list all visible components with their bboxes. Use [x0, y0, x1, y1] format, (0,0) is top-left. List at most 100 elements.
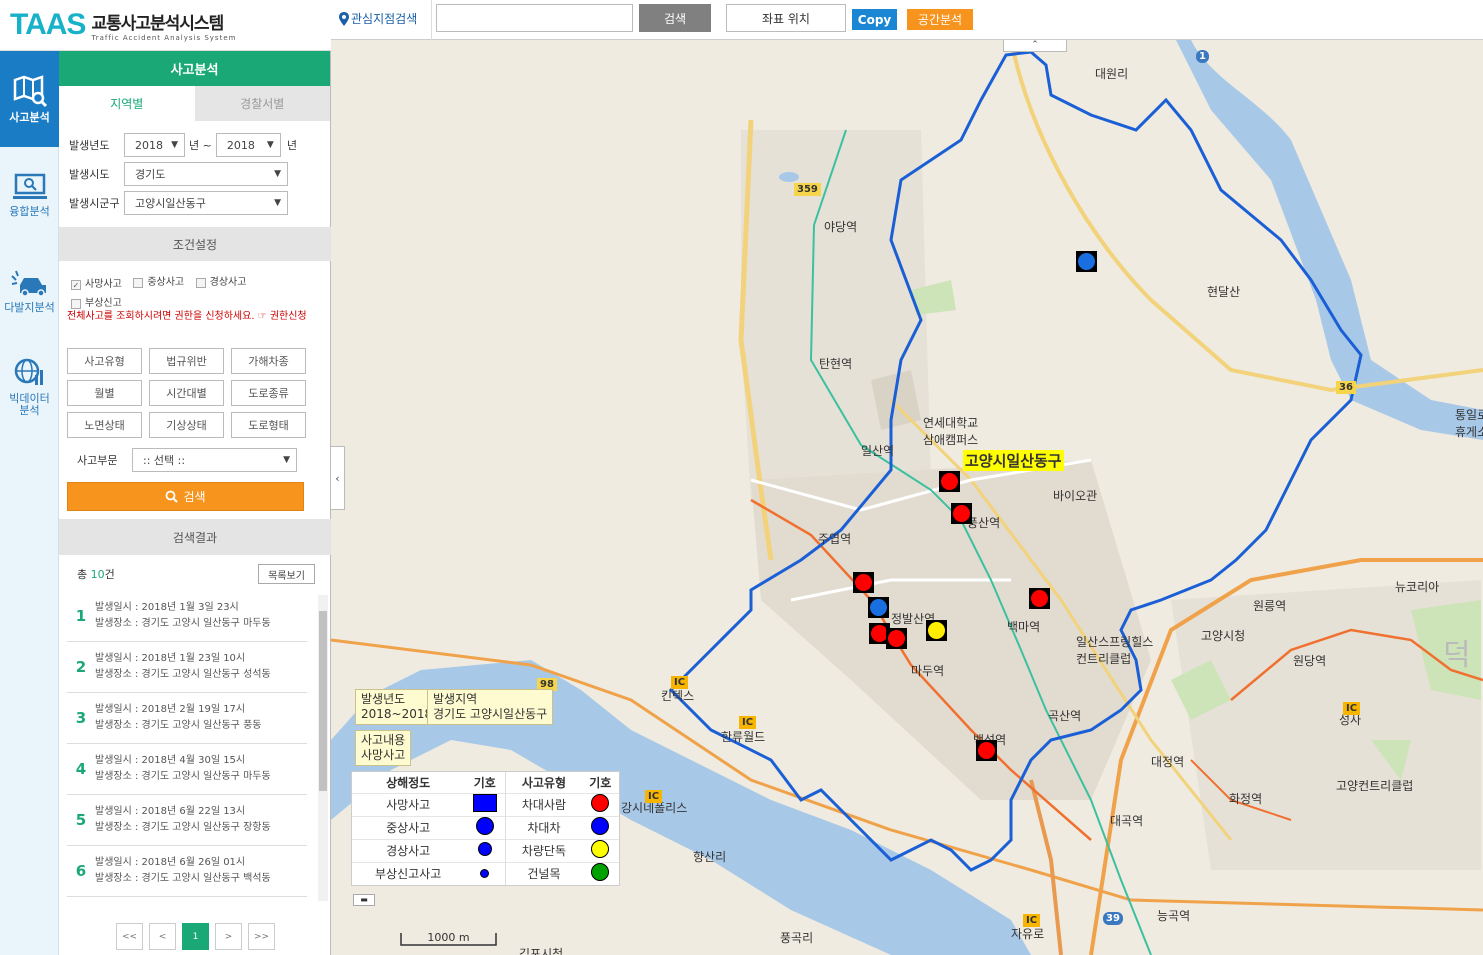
place-label: 대정역 — [1151, 755, 1185, 769]
check-minor[interactable]: 경상사고 — [195, 273, 246, 292]
accident-marker[interactable] — [868, 597, 889, 618]
accident-marker[interactable] — [1029, 588, 1050, 609]
collapse-top-handle[interactable]: ⌃ — [1003, 40, 1067, 52]
app-subtitle: Traffic Accident Analysis System — [91, 33, 237, 42]
filter-accident-type[interactable]: 사고유형 — [67, 348, 142, 374]
nav-label: 사고분석 — [9, 111, 50, 124]
marker-dot — [1031, 590, 1048, 607]
road-badge: 39 — [1103, 912, 1123, 925]
year-from-select[interactable]: 2018 ▼ — [124, 133, 185, 157]
filter-road-shape[interactable]: 도로형태 — [231, 412, 306, 438]
checkbox[interactable] — [195, 277, 206, 288]
info-region: 발생지역 경기도 고양시일산동구 — [427, 689, 554, 725]
tab-region[interactable]: 지역별 — [59, 86, 195, 121]
checkbox[interactable] — [133, 277, 144, 288]
place-label: 고양시청 — [1201, 629, 1246, 643]
spatial-analysis-button[interactable]: 공간분석 — [907, 9, 973, 30]
filter-month[interactable]: 월별 — [67, 380, 142, 406]
result-place: 발생장소 : 경기도 고양시 일산동구 풍동 — [95, 720, 262, 731]
accident-marker[interactable] — [853, 572, 874, 593]
search-icon — [166, 490, 179, 503]
result-item[interactable]: 5 발생일시 : 2018년 6월 22일 13시 발생장소 : 경기도 고양시 … — [67, 795, 307, 846]
copy-button[interactable]: Copy — [852, 9, 897, 30]
place-label: 원당역 — [1293, 654, 1327, 668]
poi-search-button[interactable]: 검색 — [639, 4, 711, 32]
road-badge: 359 — [794, 183, 821, 196]
accident-marker[interactable] — [1076, 251, 1097, 272]
place-label: 연세대학교 삼애캠퍼스 — [923, 416, 979, 447]
result-item[interactable]: 2 발생일시 : 2018년 1월 23일 10시 발생장소 : 경기도 고양시 … — [67, 642, 307, 693]
minimap-toggle[interactable]: ▬ — [353, 894, 375, 906]
nav-bigdata-analysis[interactable]: 빅데이터 분석 — [0, 339, 59, 435]
result-place: 발생장소 : 경기도 고양시 일산동구 장항동 — [95, 822, 271, 833]
map-view[interactable]: 대원리야당역탄현역일산역주엽역정발산역마두역백석역백마역곡산역대곡역현달산연세대… — [331, 40, 1483, 955]
result-item[interactable]: 4 발생일시 : 2018년 4월 30일 15시 발생장소 : 경기도 고양시 … — [67, 744, 307, 795]
marker-dot — [1078, 253, 1095, 270]
nav-hotspot-analysis[interactable]: 다발지분석 — [0, 243, 59, 339]
filter-road-kind[interactable]: 도로종류 — [231, 380, 306, 406]
page-button[interactable]: << — [116, 923, 143, 950]
result-item[interactable]: 6 발생일시 : 2018년 6월 26일 01시 발생장소 : 경기도 고양시 … — [67, 846, 307, 897]
sido-select[interactable]: 경기도 ▼ — [124, 162, 288, 186]
nav-label: 다발지분석 — [4, 301, 55, 314]
page-button[interactable]: 1 — [182, 923, 209, 950]
info-year: 발생년도 2018~2018 — [355, 689, 439, 725]
panel-header: 사고분석 — [59, 51, 330, 86]
collapse-panel-handle[interactable]: ‹ — [331, 446, 345, 510]
legend-severity: 사망사고 — [386, 798, 431, 812]
result-item[interactable]: 1 발생일시 : 2018년 1월 3일 23시 발생장소 : 경기도 고양시 일… — [67, 591, 307, 642]
sigungu-label: 발생시군구 — [69, 197, 120, 210]
place-label: 현달산 — [1207, 285, 1241, 299]
tab-police[interactable]: 경찰서별 — [194, 86, 330, 121]
accident-marker[interactable] — [886, 628, 907, 649]
page-button[interactable]: > — [215, 923, 242, 950]
legend-severity: 중상사고 — [386, 821, 431, 835]
conditions-header: 조건설정 — [59, 227, 331, 261]
pagination: << <1 > >> — [116, 923, 281, 950]
place-label: 곡산역 — [1048, 709, 1082, 723]
side-panel: 사고분석 지역별 경찰서별 발생년도 2018 ▼ 년 ~ 2018 ▼ 년 발생시… — [59, 51, 331, 955]
checkbox[interactable]: ✓ — [71, 279, 81, 290]
filter-weather[interactable]: 기상상태 — [149, 412, 224, 438]
page-button[interactable]: < — [149, 923, 176, 950]
result-item[interactable]: 3 발생일시 : 2018년 2월 19일 17시 발생장소 : 경기도 고양시 … — [67, 693, 307, 744]
accident-marker[interactable] — [939, 471, 960, 492]
nav-fusion-analysis[interactable]: 융합분석 — [0, 147, 59, 243]
result-number: 4 — [75, 760, 87, 778]
logo[interactable]: TAAS 교통사고분석시스템 Traffic Accident Analysis… — [0, 0, 331, 51]
accident-part-select[interactable]: :: 선택 :: ▼ — [132, 448, 297, 472]
map-legend: 상해정도 기호 사고유형 기호 사망사고 차대사람 중상사고 차대차 경상사고 차량단… — [351, 771, 620, 886]
poi-search-label[interactable]: 관심지점검색 — [339, 10, 417, 27]
place-label: 일산역 — [861, 444, 895, 458]
filter-time[interactable]: 시간대별 — [149, 380, 224, 406]
result-item[interactable]: 발생일시 : 2018년 8월 25일 02시 — [67, 897, 307, 903]
legend-symbol — [477, 842, 492, 856]
road-badge: IC — [645, 790, 663, 803]
list-view-button[interactable]: 목록보기 — [258, 564, 315, 584]
search-button[interactable]: 검색 — [67, 482, 304, 511]
accident-marker[interactable] — [951, 503, 972, 524]
filter-violation[interactable]: 법규위반 — [149, 348, 224, 374]
poi-search-input[interactable] — [436, 4, 633, 32]
check-fatal[interactable]: ✓ 사망사고 — [71, 275, 122, 294]
accident-marker[interactable] — [976, 740, 997, 761]
sigungu-select[interactable]: 고양시일산동구 ▼ — [124, 191, 288, 215]
coord-field[interactable]: 좌표 위치 — [726, 4, 846, 32]
filter-surface[interactable]: 노면상태 — [67, 412, 142, 438]
info-content: 사고내용 사망사고 — [355, 730, 412, 766]
checkbox[interactable] — [71, 298, 81, 309]
legend-header: 기호 — [589, 775, 612, 790]
result-date: 발생일시 : 2018년 2월 19일 17시 — [95, 704, 246, 715]
check-serious[interactable]: 중상사고 — [133, 273, 184, 292]
accident-marker[interactable] — [926, 620, 947, 641]
page-button[interactable]: >> — [248, 923, 275, 950]
filter-vehicle[interactable]: 가해차종 — [231, 348, 306, 374]
nav-accident-analysis[interactable]: 사고분석 — [0, 51, 59, 147]
pin-icon — [339, 11, 349, 26]
year-sep: 년 ~ — [189, 139, 212, 152]
scrollbar[interactable] — [318, 595, 328, 901]
year-to-select[interactable]: 2018 ▼ — [215, 133, 281, 157]
results-list: 1 발생일시 : 2018년 1월 3일 23시 발생장소 : 경기도 고양시 일… — [59, 591, 331, 903]
permission-warning[interactable]: 전체사고를 조회하시려면 권한을 신청하세요. ☞ 권한신청 — [67, 309, 327, 324]
year-label: 발생년도 — [69, 139, 110, 152]
